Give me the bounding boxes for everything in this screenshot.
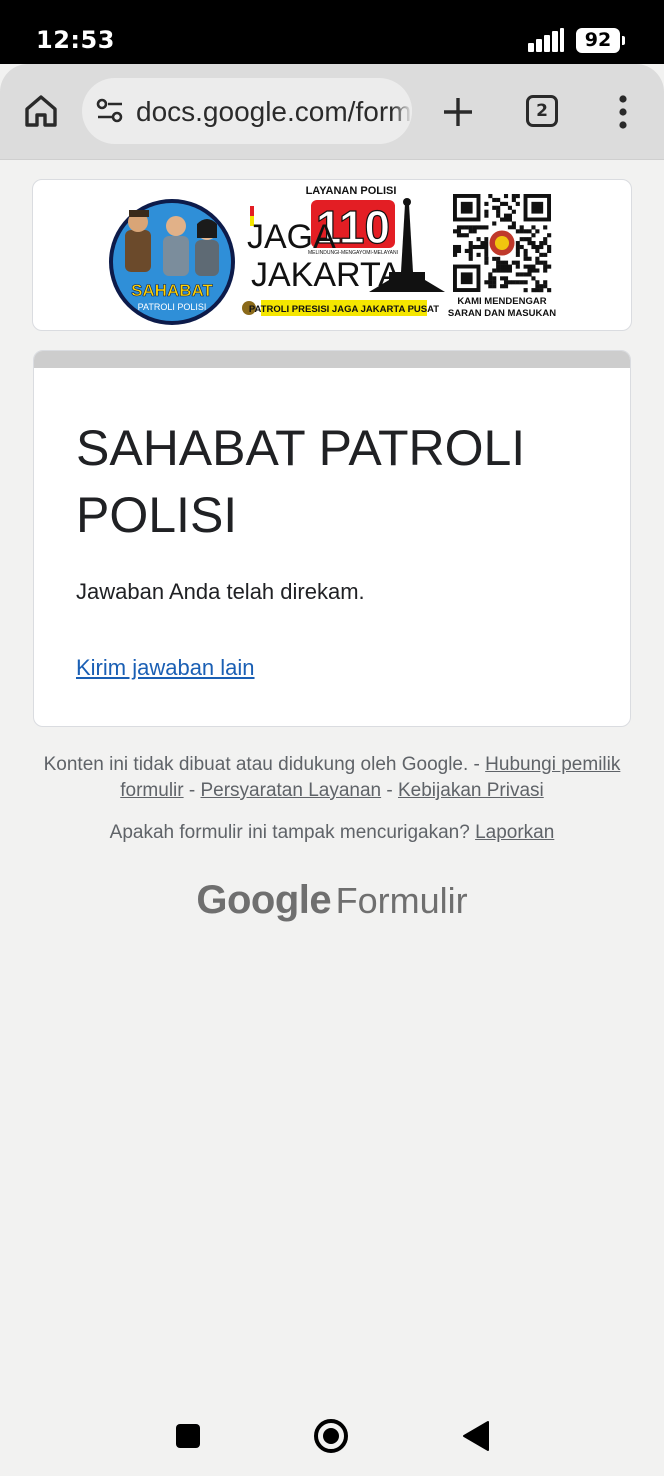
address-bar[interactable]: docs.google.com/forms — [82, 78, 412, 144]
home-icon[interactable] — [22, 92, 60, 130]
banner-graphic: SAHABAT PATROLI POLISI LAYANAN POLISI 11… — [109, 185, 556, 325]
form-header-banner: SAHABAT PATROLI POLISI LAYANAN POLISI 11… — [32, 179, 632, 331]
qr-caption-1: KAMI MENDENGAR — [457, 296, 546, 307]
signal-icon — [528, 28, 564, 52]
strip-text: PATROLI PRESISI JAGA JAKARTA PUSAT — [249, 304, 439, 315]
recents-button[interactable] — [176, 1424, 200, 1448]
privacy-link[interactable]: Kebijakan Privasi — [398, 780, 544, 801]
confirmation-message: Jawaban Anda telah direkam. — [76, 579, 365, 604]
qr-caption-2: SARAN DAN MASUKAN — [448, 308, 556, 319]
report-text: Apakah formulir ini tampak mencurigakan? — [109, 822, 476, 843]
form-title: SAHABAT PATROLI POLISI — [76, 420, 526, 543]
confirmation-card: SAHABAT PATROLI POLISI Jawaban Anda tela… — [33, 350, 631, 727]
layanan-text: LAYANAN POLISI — [306, 185, 397, 197]
tab-count: 2 — [536, 101, 548, 121]
brand-google: Google — [196, 878, 332, 922]
back-button[interactable] — [462, 1420, 490, 1452]
battery-icon: 92 — [576, 28, 625, 53]
jaga-text: JAGA — [247, 218, 336, 256]
brand-forms: Formulir — [335, 880, 468, 921]
new-tab-icon[interactable] — [440, 94, 476, 130]
disclaimer-text: Konten ini tidak dibuat atau didukung ol… — [43, 754, 486, 775]
google-forms-logo[interactable]: Google Formulir — [0, 878, 664, 923]
badge-bottom-text: PATROLI POLISI — [138, 302, 207, 312]
card-accent-bar — [34, 351, 630, 368]
more-menu-icon[interactable] — [612, 92, 634, 132]
status-time: 12:53 — [36, 26, 115, 54]
home-button[interactable] — [314, 1419, 348, 1453]
battery-level: 92 — [584, 29, 612, 51]
report-line: Apakah formulir ini tampak mencurigakan?… — [40, 820, 624, 846]
tab-switcher-button[interactable]: 2 — [526, 95, 558, 127]
submit-another-link[interactable]: Kirim jawaban lain — [76, 655, 255, 681]
qr-code — [453, 194, 552, 293]
site-settings-icon[interactable] — [96, 98, 124, 124]
status-bar: 12:53 92 — [0, 0, 664, 64]
terms-link[interactable]: Persyaratan Layanan — [200, 780, 381, 801]
report-link[interactable]: Laporkan — [475, 822, 554, 843]
badge-top-text: SAHABAT — [131, 281, 213, 300]
url-text[interactable]: docs.google.com/forms — [136, 96, 412, 128]
disclaimer: Konten ini tidak dibuat atau didukung ol… — [43, 754, 621, 801]
browser-toolbar: docs.google.com/forms 2 — [0, 64, 664, 160]
